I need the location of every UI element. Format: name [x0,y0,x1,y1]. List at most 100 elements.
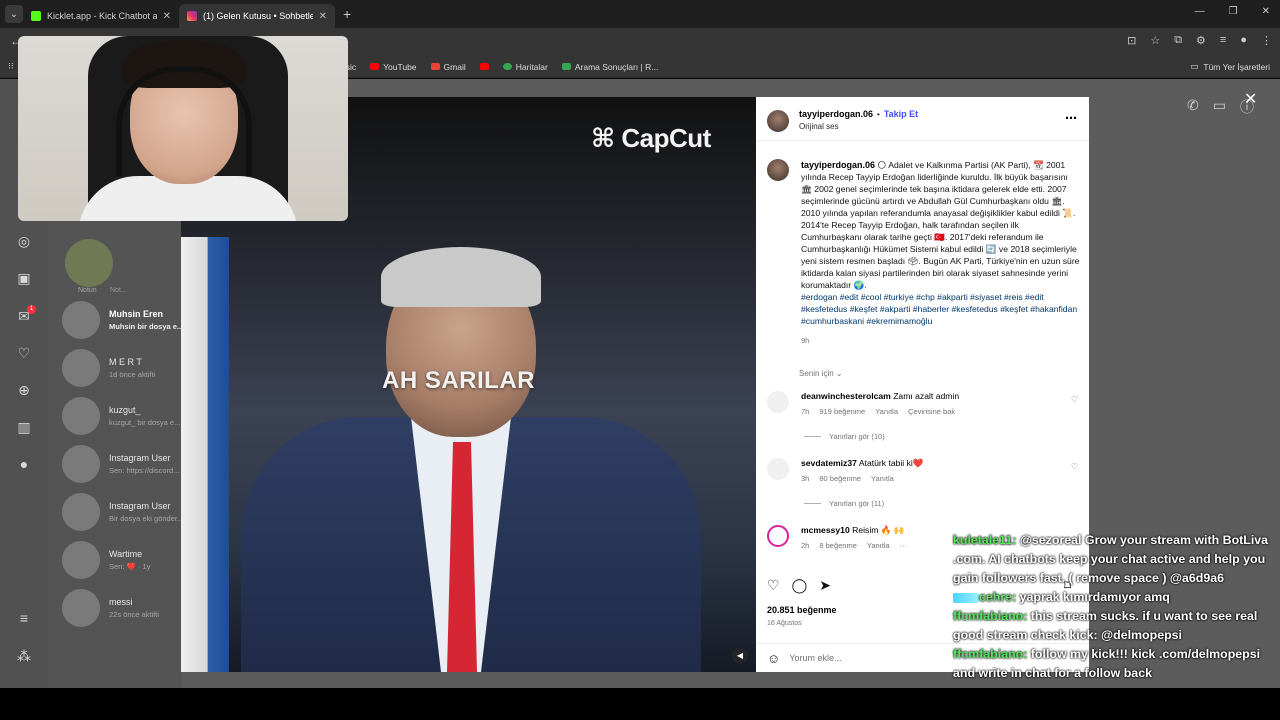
comment-user[interactable]: deanwinchesterolcam [801,391,891,401]
comment-likes[interactable]: 80 beğenme [819,474,861,483]
profile-icon[interactable]: ● [15,455,33,473]
comment-likes[interactable]: 919 beğenme [819,407,865,416]
reply-button[interactable]: Yanıtla [867,541,890,550]
all-bookmarks-label: Tüm Yer İşaretleri [1203,61,1270,72]
follow-button[interactable]: Takip Et [884,109,918,119]
install-icon[interactable]: ⊡ [1127,34,1136,47]
mute-icon[interactable]: ◀ [732,648,748,664]
reels-icon[interactable]: ▣ [15,269,33,287]
extensions-icon[interactable]: ⚙ [1196,34,1206,47]
avatar[interactable] [767,110,789,132]
like-count[interactable]: 20.851 beğenme [767,605,837,615]
post-header: tayyiperdogan.06 • Takip Et Orijinal ses… [756,97,1089,141]
comment-body: Reisim 🔥 🙌 [852,525,905,535]
comment-user[interactable]: mcmessy10 [801,525,850,535]
avatar [62,397,100,435]
avatar [62,445,100,483]
bookmark-youtube[interactable]: YouTube [370,62,417,72]
avatar[interactable] [767,458,789,480]
note-avatar[interactable] [65,239,113,287]
like-icon[interactable]: ♡ [767,577,780,594]
headset-icon [116,66,252,176]
comment-more-icon[interactable]: ··· [900,541,908,550]
dm-name: Wartime [109,549,143,559]
maximize-button[interactable]: ❐ [1229,6,1238,17]
sort-comments-button[interactable]: Senin için ⌄ [799,369,843,378]
avatar [62,493,100,531]
comment-meta: 7h 919 beğenme Yanıtla Çevirisine bak [801,407,955,416]
comment-user[interactable]: sevdatemiz37 [801,458,857,468]
avatar[interactable] [767,159,789,181]
webcam-overlay [18,36,348,221]
emoji-icon[interactable]: ☺ [767,651,780,666]
dm-preview: Muhsin bir dosya e... [109,322,184,331]
chat-message: ffcmfabiano: follow my kick!!! kick .com… [953,645,1280,683]
caption-username[interactable]: tayyiperdogan.06 [801,160,875,170]
notifications-heart-icon[interactable]: ♡ [15,344,33,362]
media-icon[interactable]: ≡ [1220,34,1226,47]
view-replies-button[interactable]: Yanıtları gör (11) [804,499,884,508]
bookmark-youtube-2[interactable] [479,63,489,70]
bookmark-maps[interactable]: Haritalar [502,61,548,72]
comment-likes[interactable]: 8 beğenme [819,541,857,550]
search-results-icon [561,63,571,70]
new-tab-button[interactable]: + [343,6,351,22]
comment-icon[interactable]: ◯ [792,577,808,594]
instagram-favicon-icon [187,11,197,21]
all-bookmarks[interactable]: ▭ Tüm Yer İşaretleri [1190,61,1270,72]
explore-icon[interactable]: ◎ [15,232,33,250]
more-options-icon[interactable]: ⋯ [1065,111,1077,125]
close-post-button[interactable]: ✕ [1244,89,1257,109]
comment-input[interactable]: Yorum ekle... [789,653,841,663]
more-menu-icon[interactable]: ≡ [15,609,33,627]
apps-icon[interactable]: ⁝⁝ [8,61,14,72]
reply-button[interactable]: Yanıtla [871,474,894,483]
profile-avatar-icon[interactable]: ● [1240,34,1247,47]
meta-apps-icon[interactable]: ⁂ [15,647,33,665]
replies-label: Yanıtları gör (10) [829,432,885,441]
gmail-icon [430,63,440,70]
dm-name: Instagram User [109,501,171,511]
bookmark-label: Haritalar [515,61,548,72]
tab-close-icon[interactable]: ✕ [319,11,327,22]
share-icon[interactable]: ➤ [819,577,831,594]
capcut-watermark: ⌘ CapCut [591,123,711,154]
browser-menu-icon[interactable]: ⋮ [1261,34,1272,47]
video-call-icon[interactable]: ▭ [1213,97,1226,117]
hashtags[interactable]: #erdogan #edit #cool #turkiye #chp #akpa… [801,291,1081,327]
flag-image [181,237,229,672]
minimize-button[interactable]: — [1195,6,1205,17]
bookmark-search[interactable]: Arama Sonuçları | R... [561,62,658,72]
bookmark-gmail[interactable]: Gmail [430,61,466,72]
dm-preview: 22s önce aktifti [109,610,160,619]
translate-icon[interactable]: ⧉ [1174,34,1182,47]
tab-search-icon[interactable]: ⌄ [5,5,23,23]
dashboard-icon[interactable]: ▥ [15,418,33,436]
avatar[interactable] [767,525,789,547]
avatar [62,349,100,387]
view-replies-button[interactable]: Yanıtları gör (10) [804,432,885,441]
comment-like-icon[interactable]: ♡ [1071,395,1078,404]
post-caption: tayyiperdogan.06 🌕 Adalet ve Kalkınma Pa… [801,159,1081,347]
comment-like-icon[interactable]: ♡ [1071,462,1078,471]
reply-button[interactable]: Yanıtla [875,407,898,416]
translate-button[interactable]: Çevirisine bak [908,407,955,416]
bookmark-label: Gmail [443,61,466,72]
hair-shape [381,247,541,307]
post-date: 16 Ağustos [767,620,802,627]
tab-kicklet[interactable]: Kicklet.app - Kick Chatbot and C ✕ [23,4,179,28]
tab-instagram[interactable]: (1) Gelen Kutusu • Sohbetle ✕ [179,4,335,28]
avatar[interactable] [767,391,789,413]
replies-label: Yanıtları gör (11) [829,499,885,508]
dm-name: M E R T [109,357,142,367]
tab-close-icon[interactable]: ✕ [163,11,171,22]
star-icon[interactable]: ☆ [1150,34,1160,47]
notification-badge: 1 [27,305,36,314]
close-window-button[interactable]: ✕ [1262,6,1270,17]
phone-icon[interactable]: ✆ [1187,97,1199,117]
audio-label[interactable]: Orijinal ses [799,122,839,131]
post-username[interactable]: tayyiperdogan.06 [799,109,873,119]
dm-name: messi [109,597,133,607]
comment-text: sevdatemiz37 Atatürk tabii ki❤️ [801,458,924,469]
create-icon[interactable]: ⊕ [15,381,33,399]
